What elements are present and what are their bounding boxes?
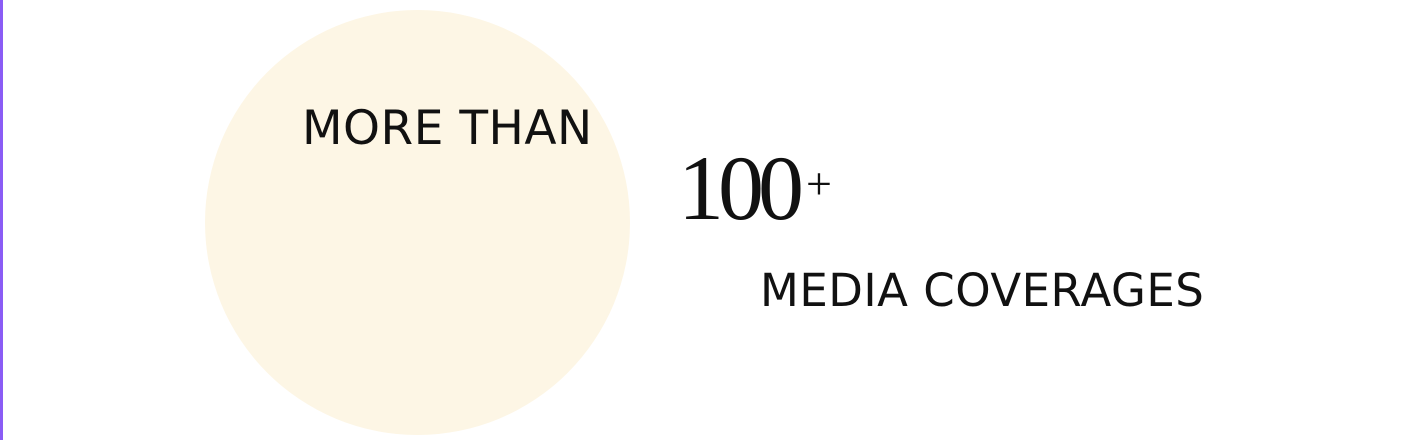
stat-suffix: + <box>806 158 832 209</box>
stat-lead-text: MORE THAN <box>302 101 593 156</box>
stat-number: 100 <box>678 137 804 239</box>
stat-label: MEDIA COVERAGES <box>760 264 1205 317</box>
left-accent-bar <box>0 0 3 440</box>
decorative-circle <box>205 10 630 435</box>
stat-figure: 100 + <box>678 138 832 238</box>
